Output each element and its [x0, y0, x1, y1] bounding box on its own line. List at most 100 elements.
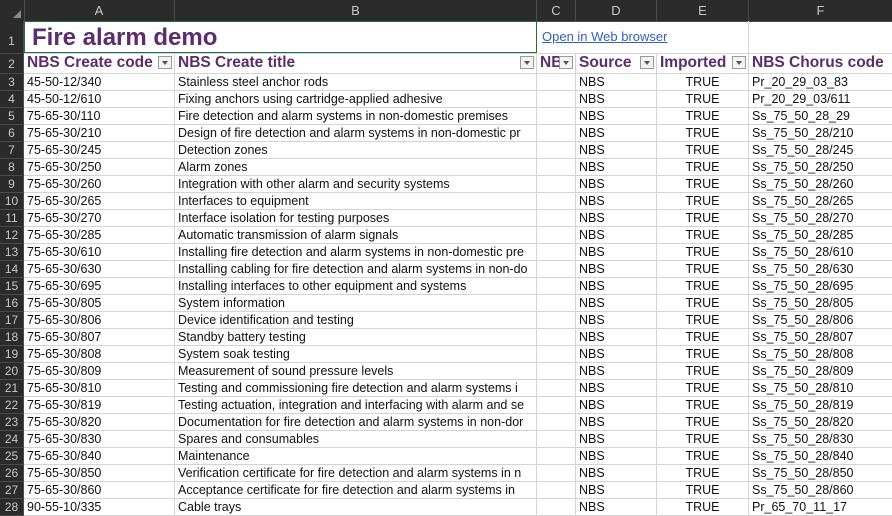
- column-header-f[interactable]: F: [749, 0, 892, 21]
- table-cell-b[interactable]: Fixing anchors using cartridge-applied a…: [175, 91, 537, 107]
- table-cell-f[interactable]: Ss_75_50_28/860: [749, 482, 892, 498]
- table-cell-f[interactable]: Ss_75_50_28/245: [749, 142, 892, 158]
- table-cell-d[interactable]: NBS: [576, 448, 657, 464]
- table-cell-d[interactable]: NBS: [576, 193, 657, 209]
- table-cell-b[interactable]: Device identification and testing: [175, 312, 537, 328]
- table-cell-a[interactable]: 75-65-30/610: [24, 244, 175, 260]
- table-cell-d[interactable]: NBS: [576, 108, 657, 124]
- table-cell-b[interactable]: Spares and consumables: [175, 431, 537, 447]
- table-cell-f[interactable]: Ss_75_50_28/265: [749, 193, 892, 209]
- table-cell-a[interactable]: 75-65-30/260: [24, 176, 175, 192]
- table-cell-d[interactable]: NBS: [576, 499, 657, 515]
- table-cell-d[interactable]: NBS: [576, 482, 657, 498]
- table-cell-c[interactable]: [537, 414, 576, 430]
- table-cell-d[interactable]: NBS: [576, 431, 657, 447]
- table-cell-e[interactable]: TRUE: [657, 159, 749, 175]
- table-cell-c[interactable]: [537, 329, 576, 345]
- table-cell-c[interactable]: [537, 91, 576, 107]
- table-cell-a[interactable]: 75-65-30/245: [24, 142, 175, 158]
- table-cell-c[interactable]: [537, 227, 576, 243]
- filter-dropdown-icon[interactable]: [158, 56, 172, 69]
- table-cell-d[interactable]: NBS: [576, 380, 657, 396]
- table-cell-e[interactable]: TRUE: [657, 499, 749, 515]
- table-cell-d[interactable]: NBS: [576, 346, 657, 362]
- table-cell-f[interactable]: Pr_20_29_03_83: [749, 74, 892, 90]
- table-cell-c[interactable]: [537, 312, 576, 328]
- table-cell-c[interactable]: [537, 176, 576, 192]
- table-cell-f[interactable]: Ss_75_50_28/850: [749, 465, 892, 481]
- table-cell-a[interactable]: 45-50-12/340: [24, 74, 175, 90]
- table-cell-a[interactable]: 75-65-30/830: [24, 431, 175, 447]
- table-cell-c[interactable]: [537, 278, 576, 294]
- row-header[interactable]: 16: [0, 295, 24, 312]
- open-web-browser-link[interactable]: Open in Web browser: [540, 29, 668, 44]
- table-cell-b[interactable]: Cable trays: [175, 499, 537, 515]
- table-cell-e[interactable]: TRUE: [657, 363, 749, 379]
- column-header-d[interactable]: D: [576, 0, 657, 21]
- table-cell-e[interactable]: TRUE: [657, 142, 749, 158]
- header-imported[interactable]: Imported: [657, 54, 749, 73]
- table-cell-a[interactable]: 75-65-30/840: [24, 448, 175, 464]
- table-cell-a[interactable]: 75-65-30/285: [24, 227, 175, 243]
- row-header[interactable]: 12: [0, 227, 24, 244]
- table-cell-c[interactable]: [537, 210, 576, 226]
- row-header[interactable]: 10: [0, 193, 24, 210]
- table-cell-b[interactable]: Documentation for fire detection and ala…: [175, 414, 537, 430]
- table-cell-e[interactable]: TRUE: [657, 125, 749, 141]
- table-cell-e[interactable]: TRUE: [657, 74, 749, 90]
- table-cell-b[interactable]: Installing interfaces to other equipment…: [175, 278, 537, 294]
- table-cell-b[interactable]: Installing cabling for fire detection an…: [175, 261, 537, 277]
- table-cell-f[interactable]: Ss_75_50_28/695: [749, 278, 892, 294]
- table-cell-f[interactable]: Ss_75_50_28/840: [749, 448, 892, 464]
- row-header[interactable]: 14: [0, 261, 24, 278]
- row-header[interactable]: 28: [0, 499, 24, 516]
- table-cell-b[interactable]: Integration with other alarm and securit…: [175, 176, 537, 192]
- row-header[interactable]: 3: [0, 74, 24, 91]
- table-cell-c[interactable]: [537, 380, 576, 396]
- table-cell-f[interactable]: Ss_75_50_28/270: [749, 210, 892, 226]
- table-cell-b[interactable]: Fire detection and alarm systems in non-…: [175, 108, 537, 124]
- table-cell-f[interactable]: Ss_75_50_28/830: [749, 431, 892, 447]
- table-cell-c[interactable]: [537, 499, 576, 515]
- select-all-button[interactable]: [0, 0, 25, 21]
- table-cell-e[interactable]: TRUE: [657, 329, 749, 345]
- table-cell-d[interactable]: NBS: [576, 159, 657, 175]
- table-cell-a[interactable]: 75-65-30/806: [24, 312, 175, 328]
- table-cell-f[interactable]: Ss_75_50_28/820: [749, 414, 892, 430]
- table-cell-a[interactable]: 75-65-30/850: [24, 465, 175, 481]
- table-cell-d[interactable]: NBS: [576, 74, 657, 90]
- row-header[interactable]: 20: [0, 363, 24, 380]
- table-cell-f[interactable]: Ss_75_50_28/805: [749, 295, 892, 311]
- table-cell-d[interactable]: NBS: [576, 278, 657, 294]
- table-cell-f[interactable]: Pr_65_70_11_17: [749, 499, 892, 515]
- row-header[interactable]: 21: [0, 380, 24, 397]
- table-cell-b[interactable]: Detection zones: [175, 142, 537, 158]
- table-cell-d[interactable]: NBS: [576, 244, 657, 260]
- table-cell-c[interactable]: [537, 431, 576, 447]
- table-cell-b[interactable]: Verification certificate for fire detect…: [175, 465, 537, 481]
- table-cell-a[interactable]: 75-65-30/810: [24, 380, 175, 396]
- table-cell-a[interactable]: 75-65-30/807: [24, 329, 175, 345]
- table-cell-e[interactable]: TRUE: [657, 108, 749, 124]
- row-header[interactable]: 9: [0, 176, 24, 193]
- table-cell-a[interactable]: 75-65-30/695: [24, 278, 175, 294]
- row-header[interactable]: 6: [0, 125, 24, 142]
- table-cell-e[interactable]: TRUE: [657, 193, 749, 209]
- row-header[interactable]: 18: [0, 329, 24, 346]
- table-cell-b[interactable]: Testing actuation, integration and inter…: [175, 397, 537, 413]
- table-cell-e[interactable]: TRUE: [657, 227, 749, 243]
- table-cell-e[interactable]: TRUE: [657, 465, 749, 481]
- table-cell-b[interactable]: Interface isolation for testing purposes: [175, 210, 537, 226]
- table-cell-a[interactable]: 75-65-30/819: [24, 397, 175, 413]
- table-cell-b[interactable]: Testing and commissioning fire detection…: [175, 380, 537, 396]
- table-cell-a[interactable]: 75-65-30/210: [24, 125, 175, 141]
- table-cell-e[interactable]: TRUE: [657, 176, 749, 192]
- table-cell-d[interactable]: NBS: [576, 227, 657, 243]
- table-cell-c[interactable]: [537, 108, 576, 124]
- row-header[interactable]: 15: [0, 278, 24, 295]
- row-header[interactable]: 17: [0, 312, 24, 329]
- table-cell-e[interactable]: TRUE: [657, 295, 749, 311]
- table-cell-a[interactable]: 75-65-30/809: [24, 363, 175, 379]
- table-cell-b[interactable]: Acceptance certificate for fire detectio…: [175, 482, 537, 498]
- table-cell-d[interactable]: NBS: [576, 210, 657, 226]
